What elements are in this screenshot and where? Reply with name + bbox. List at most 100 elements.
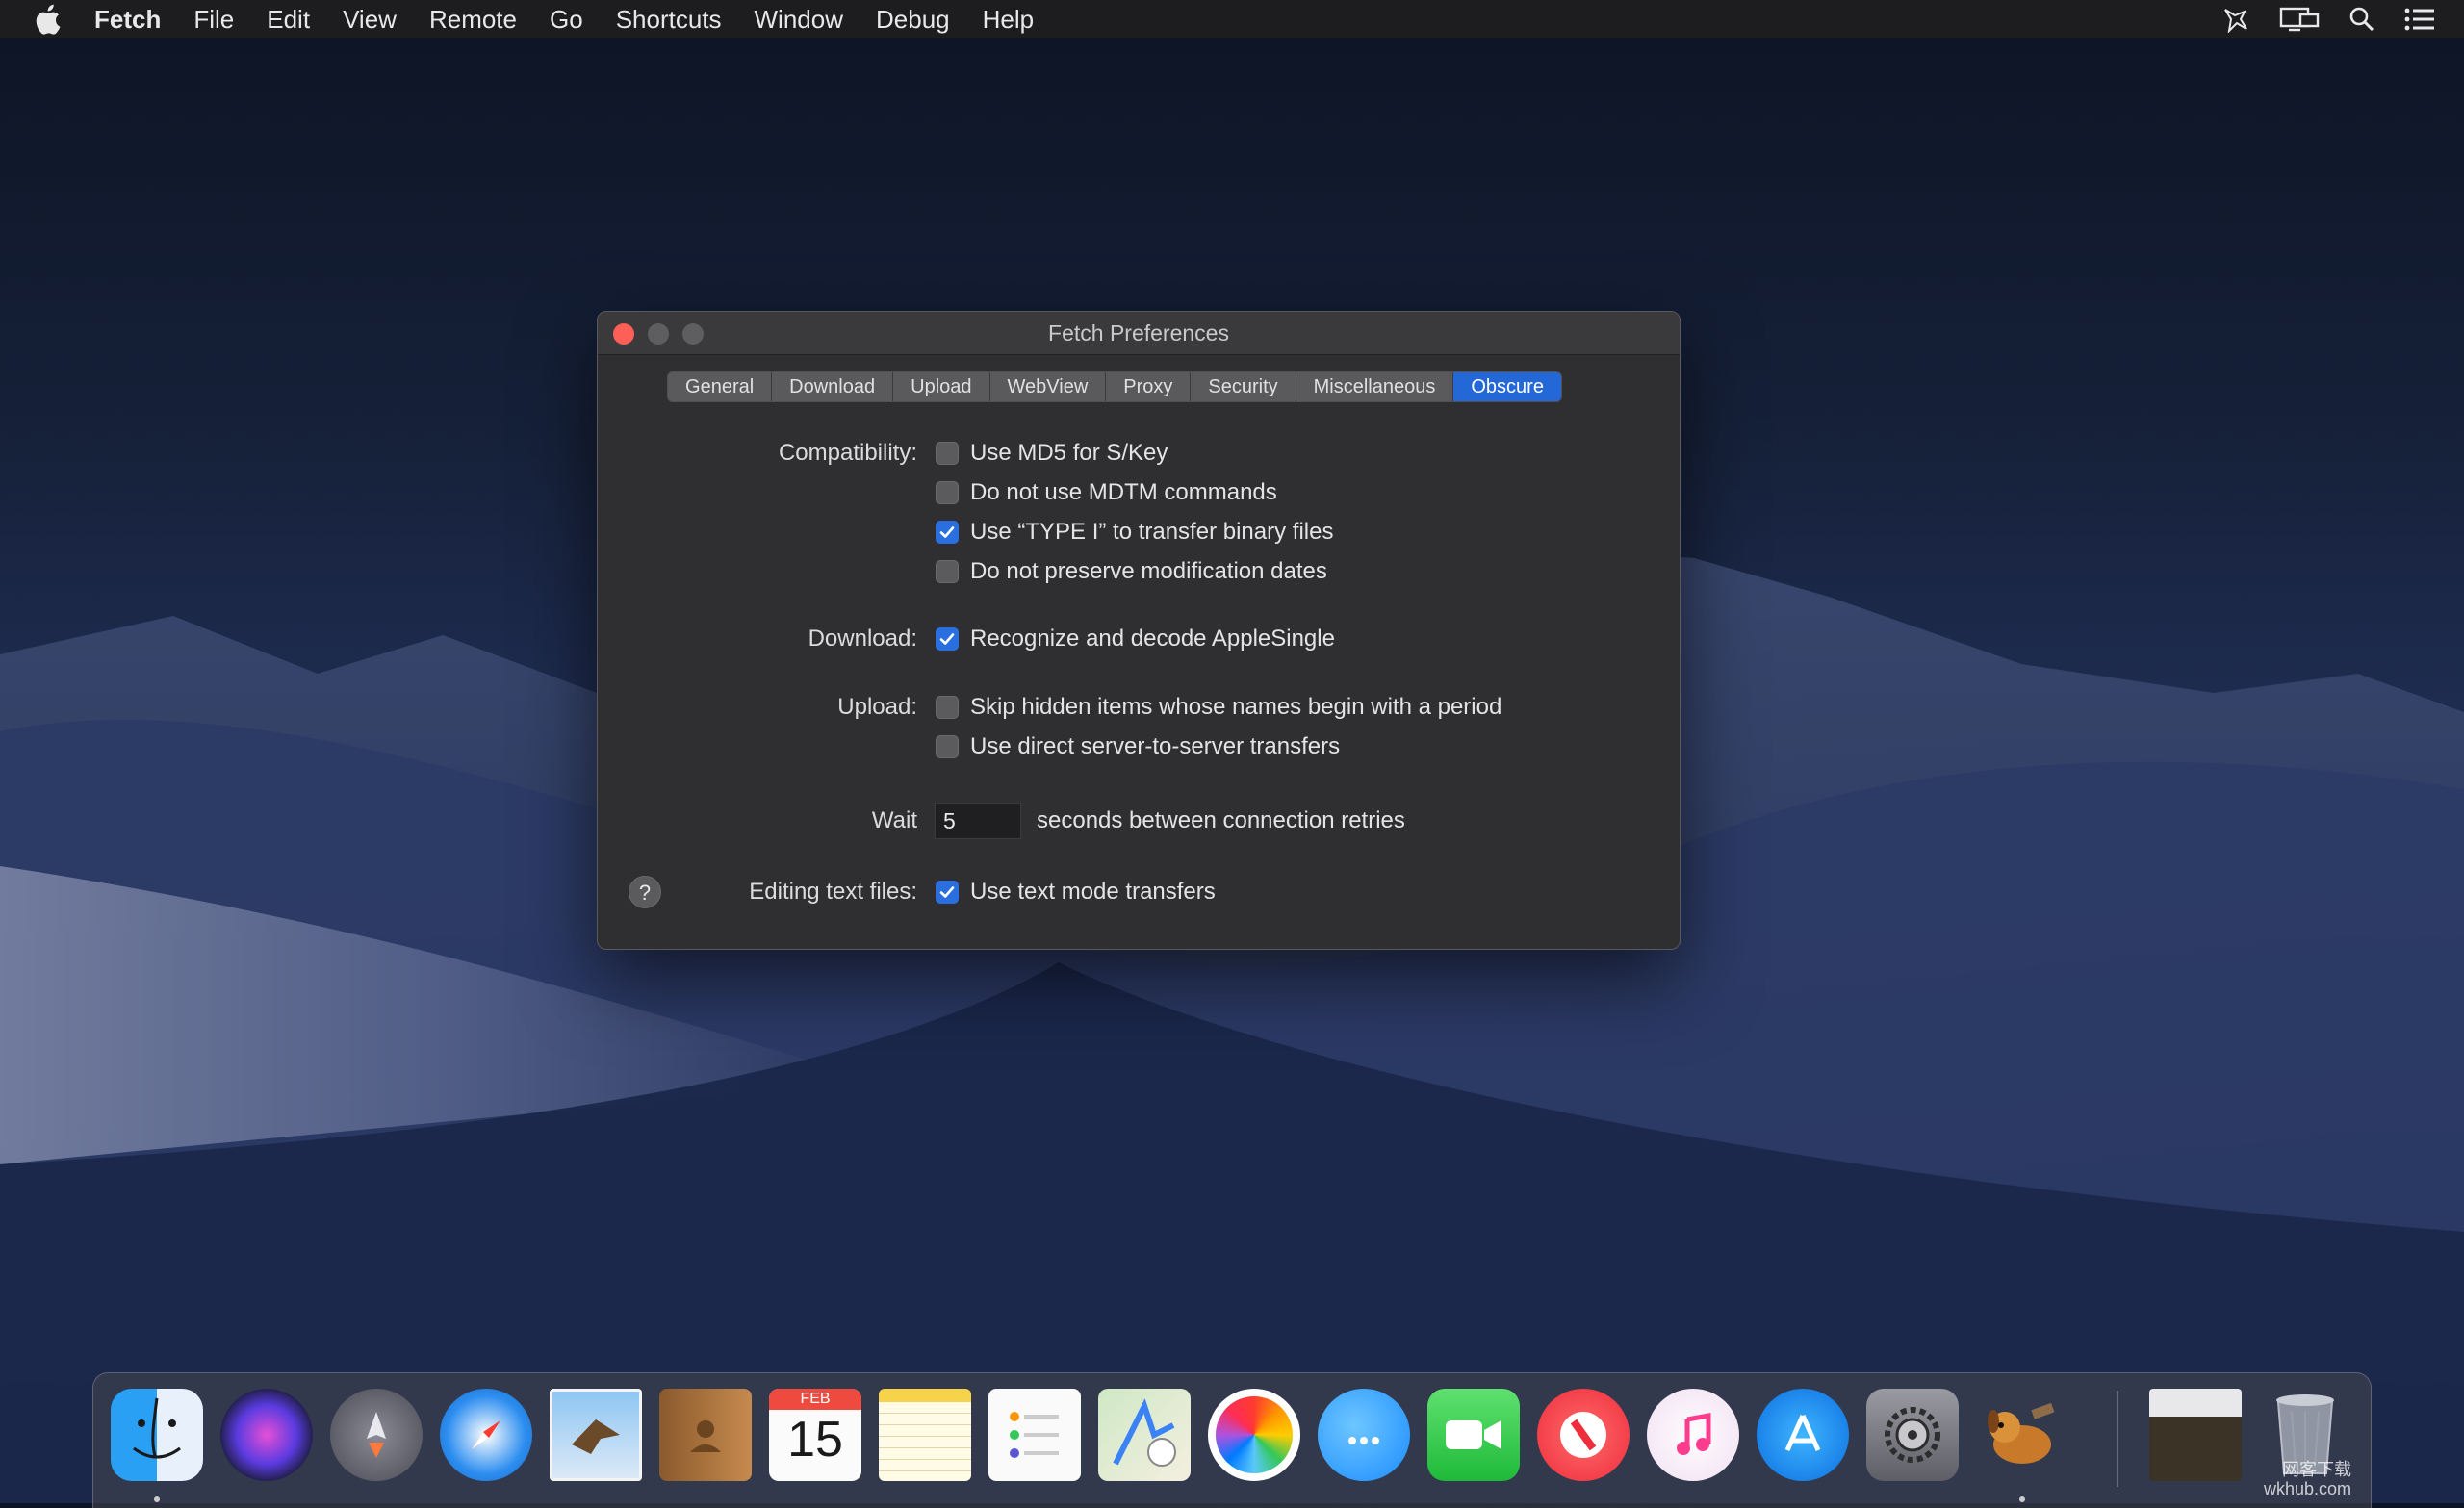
menu-view[interactable]: View: [343, 5, 397, 35]
checkbox-unchecked[interactable]: [936, 560, 959, 583]
display-mirror-icon[interactable]: [2279, 6, 2320, 33]
editing-row: Editing text files: Use text mode transf…: [598, 876, 1680, 908]
option-type-i-binary[interactable]: Use “TYPE I” to transfer binary files: [936, 519, 1333, 546]
app-store-icon[interactable]: [1757, 1389, 1849, 1481]
menu-help[interactable]: Help: [983, 5, 1034, 35]
option-label: Use “TYPE I” to transfer binary files: [970, 519, 1334, 545]
option-decode-applesingle[interactable]: Recognize and decode AppleSingle: [936, 626, 1335, 652]
tab-proxy[interactable]: Proxy: [1106, 372, 1192, 401]
running-indicator: [154, 1496, 160, 1502]
news-icon[interactable]: [1537, 1389, 1630, 1481]
contacts-icon[interactable]: [659, 1389, 752, 1481]
apple-menu-icon[interactable]: [33, 3, 62, 36]
option-label: Do not preserve modification dates: [970, 558, 1327, 584]
menu-debug[interactable]: Debug: [876, 5, 950, 35]
running-indicator: [2019, 1496, 2025, 1502]
checkbox-unchecked[interactable]: [936, 696, 959, 719]
photos-icon[interactable]: [1208, 1389, 1300, 1481]
safari-icon[interactable]: [440, 1389, 532, 1481]
wait-seconds-field[interactable]: [935, 803, 1021, 839]
siri-icon[interactable]: [220, 1389, 313, 1481]
menu-remote[interactable]: Remote: [429, 5, 517, 35]
upload-row-2: Use direct server-to-server transfers: [598, 730, 1680, 763]
fetch-preferences-window: Fetch Preferences General Download Uploa…: [597, 311, 1681, 950]
window-title: Fetch Preferences: [1048, 319, 1229, 345]
option-text-mode-transfers[interactable]: Use text mode transfers: [936, 879, 1216, 906]
downloads-stack-icon[interactable]: [2149, 1389, 2242, 1481]
dock: FEB 15 网客下载 wkhub.com: [92, 1372, 2372, 1508]
launchpad-icon[interactable]: [330, 1389, 423, 1481]
spotlight-search-icon[interactable]: [2348, 6, 2375, 33]
wait-control: seconds between connection retries: [935, 803, 1405, 839]
option-label: Skip hidden items whose names begin with…: [970, 694, 1502, 720]
fetch-icon[interactable]: [1976, 1389, 2068, 1481]
finder-icon[interactable]: [111, 1389, 203, 1481]
option-label: Recognize and decode AppleSingle: [970, 626, 1335, 652]
option-label: Use MD5 for S/Key: [970, 440, 1168, 466]
tab-obscure[interactable]: Obscure: [1453, 372, 1561, 401]
tab-upload[interactable]: Upload: [893, 372, 990, 401]
calendar-month: FEB: [769, 1389, 861, 1410]
compatibility-row-4: Do not preserve modification dates: [598, 555, 1680, 588]
mail-icon[interactable]: [550, 1389, 642, 1481]
calendar-icon[interactable]: FEB 15: [769, 1389, 861, 1481]
checkbox-checked[interactable]: [936, 881, 959, 904]
notes-icon[interactable]: [879, 1389, 971, 1481]
option-no-mdtm[interactable]: Do not use MDTM commands: [936, 479, 1277, 506]
checkbox-unchecked[interactable]: [936, 481, 959, 504]
window-titlebar[interactable]: Fetch Preferences: [598, 312, 1680, 355]
notification-center-icon[interactable]: [2404, 7, 2435, 32]
tab-general[interactable]: General: [668, 372, 773, 401]
tab-miscellaneous[interactable]: Miscellaneous: [1296, 372, 1454, 401]
compatibility-label: Compatibility:: [778, 440, 917, 466]
reminders-icon[interactable]: [988, 1389, 1081, 1481]
wait-label: Wait: [871, 807, 917, 833]
itunes-icon[interactable]: [1647, 1389, 1739, 1481]
menu-edit[interactable]: Edit: [267, 5, 310, 35]
wait-suffix: seconds between connection retries: [1037, 807, 1405, 833]
messages-icon[interactable]: [1318, 1389, 1410, 1481]
option-label: Do not use MDTM commands: [970, 479, 1277, 505]
menu-window[interactable]: Window: [755, 5, 843, 35]
menu-shortcuts[interactable]: Shortcuts: [616, 5, 722, 35]
checkbox-checked[interactable]: [936, 521, 959, 544]
upload-label: Upload:: [837, 694, 917, 720]
compatibility-row-3: Use “TYPE I” to transfer binary files: [598, 516, 1680, 549]
download-row: Download: Recognize and decode AppleSing…: [598, 623, 1680, 655]
window-controls: [613, 323, 704, 345]
option-no-preserve-dates[interactable]: Do not preserve modification dates: [936, 558, 1327, 585]
watermark-line-2: wkhub.com: [2263, 1479, 2351, 1498]
tab-security[interactable]: Security: [1191, 372, 1296, 401]
option-server-to-server[interactable]: Use direct server-to-server transfers: [936, 733, 1340, 760]
download-label: Download:: [808, 626, 917, 652]
watermark: 网客下载 wkhub.com: [2264, 1460, 2351, 1498]
fetch-dog-icon[interactable]: [2221, 6, 2250, 33]
option-use-md5-skey[interactable]: Use MD5 for S/Key: [936, 440, 1168, 467]
tab-webview[interactable]: WebView: [989, 372, 1107, 401]
menu-bar: Fetch File Edit View Remote Go Shortcuts…: [0, 0, 2464, 38]
help-button[interactable]: ?: [629, 876, 661, 908]
checkbox-checked[interactable]: [936, 627, 959, 651]
close-button[interactable]: [613, 323, 634, 345]
option-skip-hidden-items[interactable]: Skip hidden items whose names begin with…: [936, 694, 1502, 721]
minimize-button[interactable]: [648, 323, 669, 345]
wait-row: Wait seconds between connection retries: [598, 802, 1680, 840]
watermark-line-1: 网客下载: [2282, 1460, 2351, 1479]
menu-app-fetch[interactable]: Fetch: [94, 5, 161, 35]
upload-row-1: Upload: Skip hidden items whose names be…: [598, 691, 1680, 724]
menu-file[interactable]: File: [193, 5, 234, 35]
dock-separator: [2117, 1391, 2118, 1487]
system-preferences-icon[interactable]: [1866, 1389, 1959, 1481]
tab-download[interactable]: Download: [772, 372, 894, 401]
compatibility-row-2: Do not use MDTM commands: [598, 476, 1680, 509]
checkbox-unchecked[interactable]: [936, 735, 959, 758]
maps-icon[interactable]: [1098, 1389, 1191, 1481]
menu-go[interactable]: Go: [550, 5, 583, 35]
menu-bar-status-area: [2221, 0, 2435, 38]
option-label: Use text mode transfers: [970, 879, 1216, 905]
compatibility-row-1: Compatibility: Use MD5 for S/Key: [598, 437, 1680, 470]
facetime-icon[interactable]: [1427, 1389, 1520, 1481]
checkbox-unchecked[interactable]: [936, 442, 959, 465]
zoom-button[interactable]: [682, 323, 704, 345]
tab-bar-wrap: General Download Upload WebView Proxy Se…: [598, 371, 1680, 402]
